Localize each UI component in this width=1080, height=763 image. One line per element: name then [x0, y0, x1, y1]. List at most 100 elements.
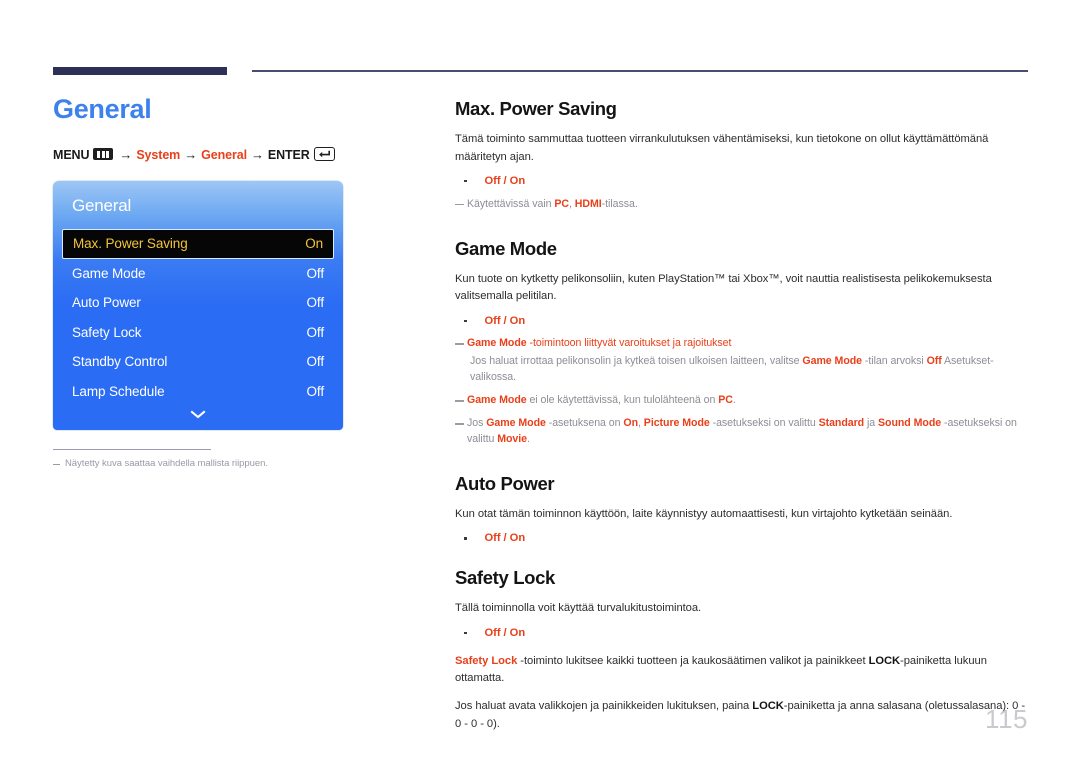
note-sub-term: Game Mode — [802, 355, 863, 368]
section-game-mode: Game Mode Kun tuote on kytketty pelikons… — [455, 238, 1029, 448]
note-sub-term-off: Off — [926, 355, 942, 368]
options-bullet: Off / On — [455, 313, 1029, 330]
safety-lock-paragraph-1: Safety Lock -toiminto lukitsee kaikki tu… — [455, 653, 1029, 688]
safety-lock-paragraph-2: Jos haluat avata valikkojen ja painikkei… — [455, 698, 1029, 733]
note-text-pre: Käytettävissä vain — [467, 197, 555, 210]
enter-return-icon — [313, 147, 335, 162]
bullet-dot-icon — [464, 179, 467, 183]
menu-path-segment-system[interactable]: System — [136, 148, 180, 162]
section-body: Tällä toiminnolla voit käyttää turvaluki… — [455, 602, 702, 615]
section-note-1: Game Mode -toimintoon liittyvät varoituk… — [455, 336, 1029, 352]
note-term-on: On — [623, 417, 638, 430]
menu-path-segment-general[interactable]: General — [201, 148, 247, 162]
note-term-movie: Movie — [497, 432, 527, 445]
section-max-power-saving: Max. Power Saving Tämä toiminto sammutta… — [455, 98, 1029, 213]
section-heading: Auto Power — [455, 472, 555, 494]
header-rule-thin — [252, 70, 1028, 72]
options-value: Off / On — [484, 174, 526, 187]
section-body: Kun otat tämän toiminnon käyttöön, laite… — [455, 508, 953, 521]
footnote-divider — [53, 448, 211, 450]
note-post: . — [527, 432, 530, 445]
osd-row-value: Off — [306, 265, 325, 281]
section-heading: Game Mode — [455, 237, 557, 259]
menu-path-enter-label: ENTER — [267, 148, 310, 163]
left-column: General MENU → System → General → ENTER … — [53, 94, 398, 469]
section-auto-power: Auto Power Kun otat tämän toiminnon käyt… — [455, 473, 1029, 547]
term-lock: LOCK — [752, 700, 784, 713]
options-value: Off / On — [484, 626, 526, 639]
path-arrow-3: → — [250, 146, 264, 162]
osd-row-label: Lamp Schedule — [72, 383, 165, 399]
menu-path-menu-label: MENU — [53, 148, 90, 163]
section-safety-lock: Safety Lock Tällä toiminnolla voit käytt… — [455, 567, 1029, 733]
footnote-text: Näytetty kuva saattaa vaihdella mallista… — [65, 457, 268, 469]
note-term-pc: PC — [554, 197, 569, 210]
note-term-game-mode: Game Mode — [467, 394, 527, 407]
note-text: -toimintoon liittyvät varoitukset ja raj… — [526, 337, 732, 350]
osd-panel-title: General — [72, 195, 132, 215]
osd-row-standby-control[interactable]: Standby Control Off — [53, 347, 343, 377]
term-safety-lock: Safety Lock — [455, 654, 518, 667]
osd-row-value: Off — [306, 324, 325, 340]
options-bullet: Off / On — [455, 173, 1029, 190]
osd-row-value: Off — [306, 383, 325, 399]
note-sub-mid: -tilan arvoksi — [862, 355, 927, 368]
osd-row-label: Game Mode — [72, 265, 146, 281]
note-term-sound-mode: Sound Mode — [878, 417, 942, 430]
menu-grid-icon — [93, 148, 114, 161]
term-lock: LOCK — [868, 654, 901, 667]
osd-row-value: On — [305, 236, 323, 252]
note-term-pc: PC — [718, 394, 733, 407]
section-heading: Safety Lock — [455, 567, 555, 589]
note-mid-3: -asetukseksi on valittu — [709, 417, 819, 430]
page-number: 115 — [985, 704, 1028, 734]
osd-row-list: Max. Power Saving On Game Mode Off Auto … — [53, 228, 343, 407]
section-body: Kun tuote on kytketty pelikonsoliin, kut… — [455, 272, 992, 303]
section-note-3: Jos Game Mode -asetuksena on On, Picture… — [455, 416, 1029, 448]
note-dash-icon — [455, 343, 464, 346]
footnote-dash-icon — [53, 463, 60, 465]
para-mid: -toiminto lukitsee kaikki tuotteen ja ka… — [517, 654, 869, 667]
section-heading: Max. Power Saving — [455, 98, 617, 119]
note-term-game-mode: Game Mode — [486, 417, 546, 430]
note-pre: Jos — [467, 417, 487, 430]
osd-row-auto-power[interactable]: Auto Power Off — [53, 288, 343, 318]
section-note: Käytettävissä vain PC, HDMI-tilassa. — [455, 197, 1029, 213]
osd-scroll-down-indicator[interactable] — [53, 406, 343, 424]
section-note-1-sub: Jos haluat irrottaa pelikonsolin ja kytk… — [455, 354, 1029, 386]
options-value: Off / On — [484, 314, 526, 327]
osd-row-safety-lock[interactable]: Safety Lock Off — [53, 318, 343, 348]
note-mid-4: ja — [864, 417, 879, 430]
osd-menu-panel[interactable]: General Max. Power Saving On Game Mode O… — [53, 180, 343, 430]
note-term-standard: Standard — [818, 417, 865, 430]
note-text-post: . — [732, 394, 736, 407]
osd-row-label: Standby Control — [72, 354, 168, 370]
bullet-dot-icon — [464, 537, 467, 540]
section-note-2: Game Mode ei ole käytettävissä, kun tulo… — [455, 393, 1029, 409]
note-term-game-mode: Game Mode — [467, 337, 527, 350]
note-dash-icon — [455, 400, 464, 402]
para-pre: Jos haluat avata valikkojen ja painikkei… — [455, 700, 753, 713]
osd-row-game-mode[interactable]: Game Mode Off — [53, 259, 343, 289]
note-dash-icon — [455, 423, 464, 425]
note-term-picture-mode: Picture Mode — [643, 417, 710, 430]
path-arrow-2: → — [184, 146, 198, 162]
header-rule-thick — [53, 67, 227, 75]
osd-row-max-power-saving[interactable]: Max. Power Saving On — [62, 228, 334, 259]
manual-page: General MENU → System → General → ENTER … — [0, 0, 1080, 763]
osd-row-value: Off — [306, 354, 325, 370]
osd-row-value: Off — [306, 295, 325, 311]
options-value: Off / On — [484, 532, 526, 545]
osd-row-label: Max. Power Saving — [73, 236, 188, 252]
menu-path-breadcrumb: MENU → System → General → ENTER — [53, 146, 398, 163]
options-bullet: Off / On — [455, 530, 1029, 547]
options-bullet: Off / On — [455, 625, 1029, 642]
osd-row-lamp-schedule[interactable]: Lamp Schedule Off — [53, 377, 343, 407]
right-column: Max. Power Saving Tämä toiminto sammutta… — [455, 98, 1029, 733]
osd-row-label: Auto Power — [72, 295, 141, 311]
note-dash-icon — [455, 203, 464, 206]
osd-row-label: Safety Lock — [72, 324, 142, 340]
